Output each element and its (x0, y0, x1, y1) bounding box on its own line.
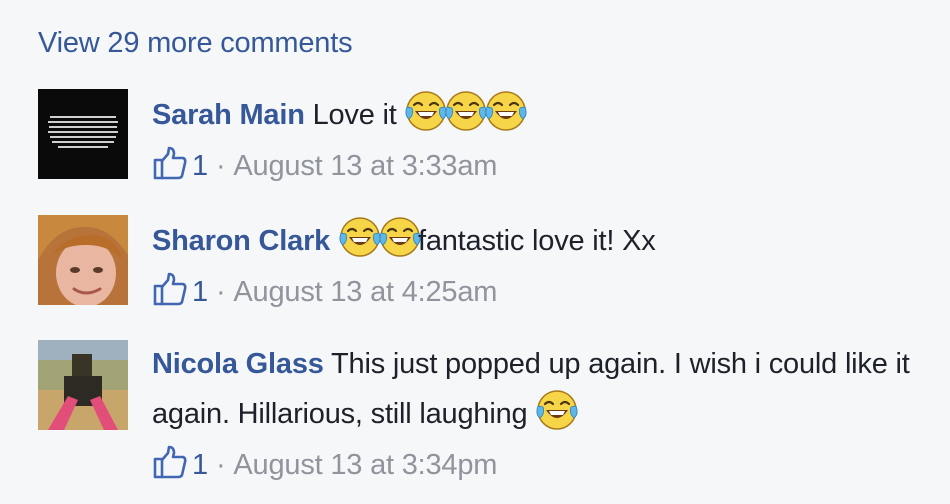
emoji-group (338, 225, 418, 257)
avatar-photo (38, 340, 128, 430)
avatar[interactable] (38, 340, 128, 430)
avatar[interactable] (38, 89, 128, 179)
separator-dot: · (215, 276, 226, 308)
comment-meta: 1 · August 13 at 4:25am (152, 271, 912, 312)
comment-author[interactable]: Nicola Glass (152, 348, 324, 380)
face-with-tears-of-joy-icon (404, 89, 448, 133)
separator-dot: · (215, 449, 226, 481)
comment-text: fantastic love it! Xx (417, 225, 656, 257)
comment-meta: 1 · August 13 at 3:34pm (152, 444, 912, 485)
comment-author[interactable]: Sarah Main (152, 99, 305, 131)
like-thumb-icon[interactable] (152, 271, 188, 307)
comment-text: Love it (312, 99, 397, 131)
comment-body: Nicola Glass This just popped up again. … (152, 340, 912, 485)
face-with-tears-of-joy-icon (338, 215, 382, 259)
separator-dot: · (215, 150, 226, 182)
like-count[interactable]: 1 (192, 276, 208, 308)
comment-author[interactable]: Sharon Clark (152, 225, 330, 257)
emoji-group (404, 99, 528, 131)
face-with-tears-of-joy-icon (444, 89, 488, 133)
comment-timestamp[interactable]: August 13 at 3:34pm (233, 449, 497, 481)
comment-timestamp[interactable]: August 13 at 3:33am (233, 150, 497, 182)
like-thumb-icon[interactable] (152, 145, 188, 181)
face-with-tears-of-joy-icon (535, 388, 579, 432)
avatar-photo (38, 215, 128, 305)
comment-meta: 1 · August 13 at 3:33am (152, 145, 912, 186)
avatar[interactable] (38, 215, 128, 305)
like-count[interactable]: 1 (192, 449, 208, 481)
view-more-comments-link[interactable]: View 29 more comments (38, 27, 353, 60)
face-with-tears-of-joy-icon (378, 215, 422, 259)
like-count[interactable]: 1 (192, 150, 208, 182)
comment-timestamp[interactable]: August 13 at 4:25am (233, 276, 497, 308)
like-thumb-icon[interactable] (152, 444, 188, 480)
comment-body: Sharon Clark fantastic love it! Xx 1 · Aug… (152, 215, 912, 312)
face-with-tears-of-joy-icon (484, 89, 528, 133)
avatar-text-image (48, 116, 118, 148)
comment-body: Sarah Main Love it 1 · August 13 at 3:33am (152, 89, 912, 186)
